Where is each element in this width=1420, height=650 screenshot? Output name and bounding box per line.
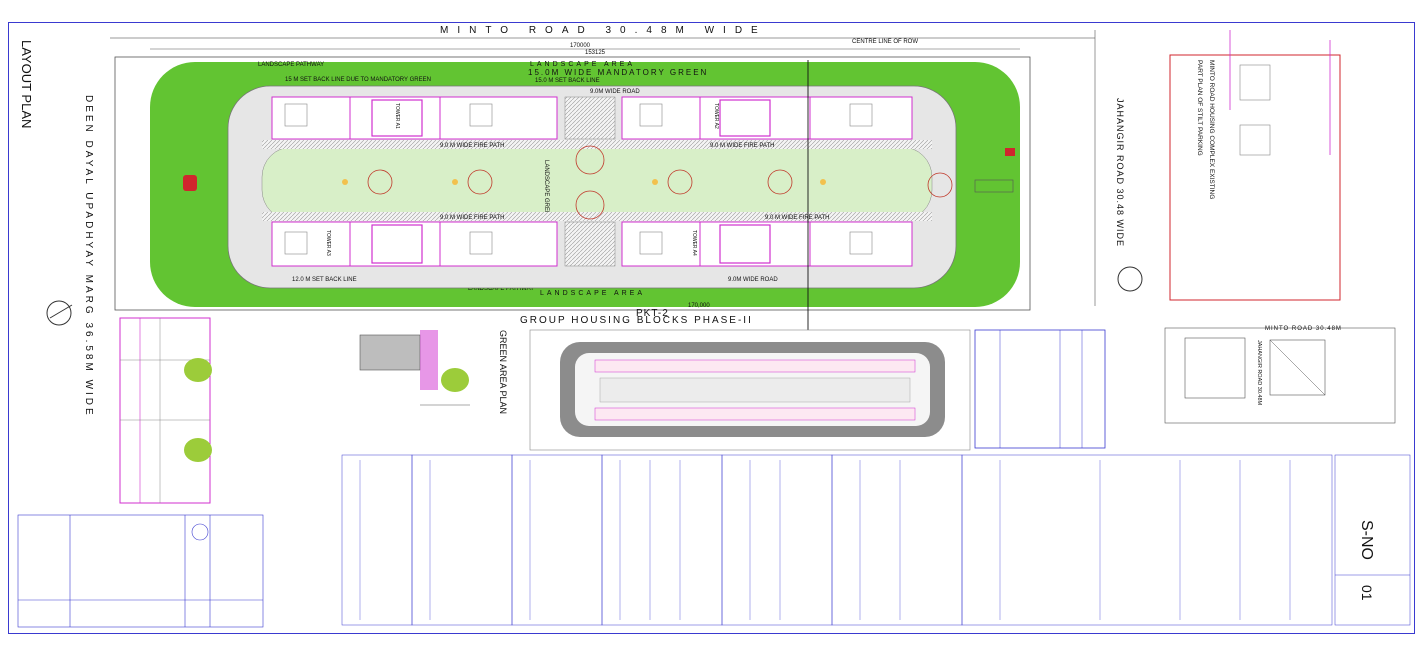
- setback-bottom-label: 12.0 M SET BACK LINE: [292, 277, 357, 283]
- tower-label-a3: TOWER A3: [325, 230, 331, 256]
- top-road-label: MINTO ROAD 30.48M WIDE: [440, 25, 767, 36]
- road-top-label: 9.0M WIDE ROAD: [590, 89, 640, 95]
- dim-bottom: 170,000: [688, 303, 710, 309]
- site-drawing: LAYOUT PLAN DEEN DAYAL UPADHYAY MARG 36.…: [17, 25, 1411, 628]
- landscape-green-label: LANDSCAPE GREEN: [543, 160, 549, 219]
- fire-path-1: 9.0 M WIDE FIRE PATH: [440, 143, 504, 149]
- tower-block-a1: [271, 96, 558, 140]
- green-area-plan: [529, 329, 971, 451]
- tower-block-a3: [271, 221, 558, 267]
- tower-block-a4: [621, 221, 913, 267]
- setback-top-label: 15 M SET BACK LINE DUE TO MANDATORY GREE…: [285, 77, 431, 83]
- road-bottom-label: 9.0M WIDE ROAD: [728, 277, 778, 283]
- section-elevation: [119, 317, 212, 504]
- key-jahangir-label: JAHANGIR ROAD 30.48M: [1256, 340, 1262, 406]
- north-arrow-right-icon: [1117, 266, 1143, 292]
- pathway-top-label: LANDSCAPE PATHWAY: [258, 62, 324, 68]
- entrance-gate-icon: [183, 175, 197, 191]
- area-statement: [341, 454, 1411, 626]
- tower-label-a2: TOWER A2: [713, 103, 719, 129]
- green-area-plan-label: GREEN AREA PLAN: [498, 330, 508, 414]
- sheet-no: 01: [1359, 585, 1375, 601]
- landscape-top-label: LANDSCAPE AREA: [530, 61, 635, 68]
- sheet-no-label: S-NO: [1358, 520, 1375, 560]
- centre-line-label: CENTRE LINE OF ROW: [852, 39, 918, 45]
- tower-block-a2: [621, 96, 913, 140]
- dim-top-inner: 153125: [585, 50, 606, 56]
- stilt-note: PART PLAN OF STILT PARKING: [1196, 60, 1203, 156]
- section-detail: [359, 330, 470, 406]
- key-plan: [1164, 327, 1396, 424]
- group-title: GROUP HOUSING BLOCKS PHASE-II: [520, 315, 753, 326]
- minto-existing: MINTO ROAD HOUSING COMPLEX EXISTING: [1208, 60, 1215, 199]
- tower-area-table: [974, 329, 1106, 449]
- setback-top-right-label: 15.0 M SET BACK LINE: [535, 78, 600, 84]
- key-road-label: MINTO ROAD 30.48M: [1265, 326, 1342, 332]
- title-block: [17, 514, 264, 628]
- layout-title: LAYOUT PLAN: [19, 40, 34, 128]
- tower-label-a4: TOWER A4: [691, 230, 697, 256]
- left-road-label: DEEN DAYAL UPADHYAY MARG 36.58M WIDE: [83, 95, 94, 418]
- fire-path-4: 9.0 M WIDE FIRE PATH: [765, 215, 829, 221]
- tower-label-a1: TOWER A1: [394, 103, 400, 129]
- dim-top: 170000: [570, 43, 591, 49]
- right-road-label: JAHANGIR ROAD 30.48 WIDE: [1115, 98, 1125, 247]
- central-green: [261, 146, 933, 221]
- fire-path-3: 9.0 M WIDE FIRE PATH: [440, 215, 504, 221]
- fire-path-2: 9.0 M WIDE FIRE PATH: [710, 143, 774, 149]
- landscape-bottom-label: LANDSCAPE AREA: [540, 290, 645, 297]
- mandatory-green-label: 15.0M WIDE MANDATORY GREEN: [528, 68, 708, 77]
- stilt-parking-detail: [1169, 54, 1341, 301]
